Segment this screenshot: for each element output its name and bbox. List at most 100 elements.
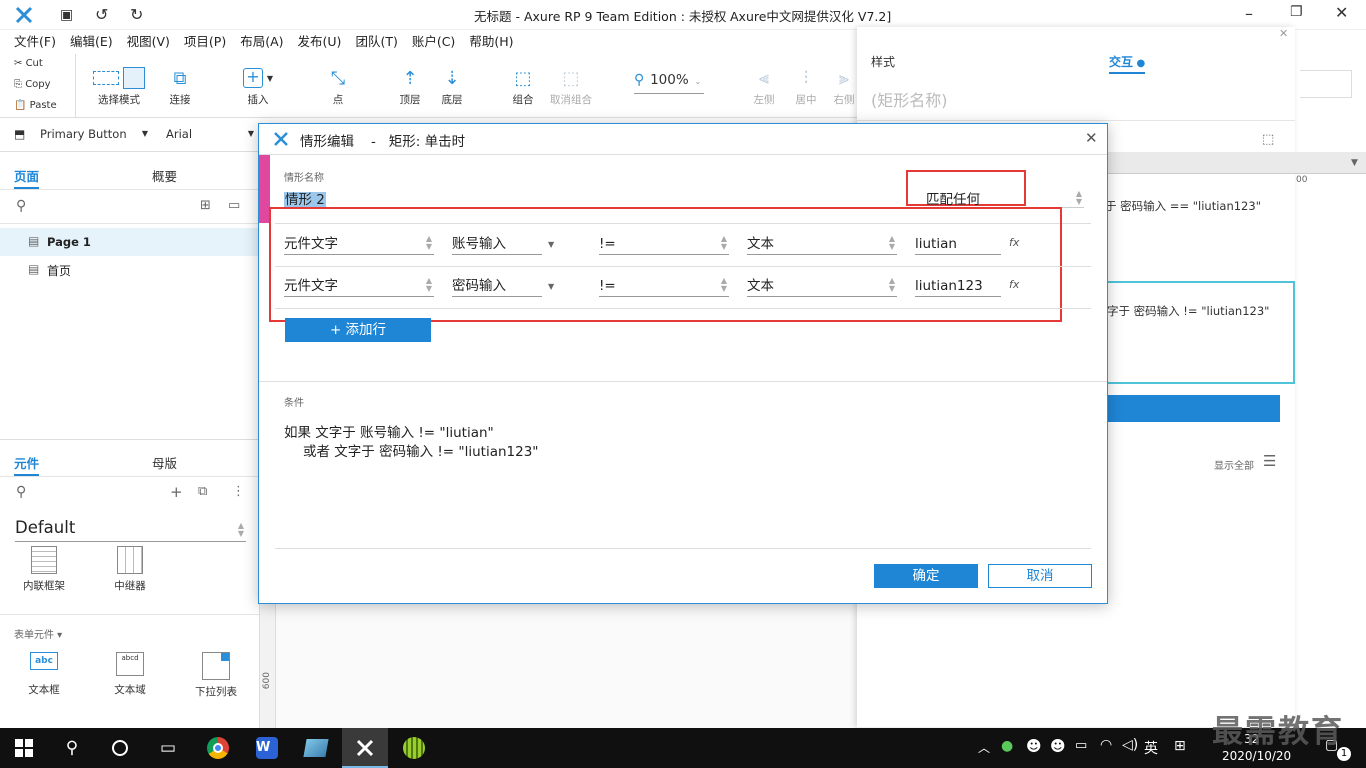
dialog-close-icon[interactable]: ✕ — [1085, 129, 1098, 147]
tab-style[interactable]: 样式 — [871, 53, 895, 70]
windows-start-icon[interactable] — [12, 736, 36, 760]
save-icon[interactable]: ▣ — [60, 7, 76, 23]
battery-icon[interactable]: ▭ — [1075, 738, 1087, 753]
ungroup-button[interactable]: ⬚ 取消组合 — [547, 64, 595, 107]
insert-button[interactable]: + ▼ 插入 — [238, 64, 278, 107]
wps-icon[interactable]: W — [255, 736, 279, 760]
ok-button[interactable]: 确定 — [874, 564, 978, 588]
close-window-icon[interactable]: ✕ — [1335, 3, 1348, 22]
far-right-search-field[interactable] — [1300, 70, 1352, 98]
add-page-icon[interactable]: ⊞ — [200, 198, 211, 213]
row2-widget-chevron-icon[interactable]: ▼ — [548, 282, 554, 291]
forms-section-header[interactable]: 表单元件 ▾ — [14, 626, 62, 641]
tab-outline[interactable]: 概要 — [152, 166, 177, 185]
row2-type-select[interactable]: 文本 ▲ ▼ — [747, 275, 897, 297]
row2-target-select[interactable]: 元件文字 ▲ ▼ — [284, 275, 434, 297]
menu-publish[interactable]: 发布(U) — [291, 30, 349, 54]
restore-icon[interactable]: ❐ — [1290, 4, 1303, 20]
show-all-link[interactable]: 显示全部 — [1214, 457, 1254, 472]
row1-widget-chevron-icon[interactable]: ▼ — [548, 240, 554, 249]
menu-edit[interactable]: 编辑(E) — [63, 30, 120, 54]
axure-taskbar-icon[interactable] — [353, 736, 377, 760]
tab-pages[interactable]: 页面 — [14, 166, 40, 189]
menu-account[interactable]: 账户(C) — [405, 30, 462, 54]
connect-button[interactable]: ⧉ 连接 — [160, 64, 200, 107]
widget-repeater[interactable]: 中继器 — [100, 546, 160, 593]
widget-text-area[interactable]: abcd 文本域 — [100, 652, 160, 697]
row1-operator-select[interactable]: != ▲ ▼ — [599, 233, 729, 255]
send-bottom-button[interactable]: ⇣ 底层 — [432, 64, 472, 107]
zoom-control[interactable]: ⚲ 100% ⌄ — [634, 72, 704, 94]
widgets-search-icon[interactable]: ⚲ — [16, 484, 26, 500]
tab-masters[interactable]: 母版 — [152, 453, 177, 472]
row1-widget-select[interactable]: 账号输入 — [452, 233, 542, 255]
task-view-icon[interactable]: ▭ — [156, 736, 180, 760]
widget-dropdown[interactable]: 下拉列表 — [186, 652, 246, 699]
style-select[interactable]: Primary Button ▼ — [40, 127, 150, 141]
panel-close-icon[interactable]: ✕ — [1279, 27, 1288, 40]
tray-expand-icon[interactable]: ︿ — [978, 739, 990, 756]
notes-app-icon[interactable] — [303, 736, 329, 760]
match-select[interactable]: 匹配任何 ▲ ▼ — [926, 188, 1084, 208]
add-row-button[interactable]: + 添加行 — [285, 318, 431, 342]
taskbar-date[interactable]: 2020/10/20 — [1222, 749, 1291, 763]
page-item-selected[interactable]: ▤ Page 1 — [0, 228, 259, 256]
add-folder-icon[interactable]: ▭ — [228, 198, 240, 213]
tab-interact[interactable]: 交互 ● — [1109, 53, 1146, 74]
menu-layout[interactable]: 布局(A) — [233, 30, 290, 54]
wechat-icon[interactable]: ● — [1001, 738, 1013, 754]
volume-icon[interactable]: ◁) — [1122, 737, 1138, 753]
qq-icon[interactable]: ☻ — [1050, 737, 1066, 755]
cancel-button[interactable]: 取消 — [988, 564, 1092, 588]
cortana-icon[interactable] — [108, 736, 132, 760]
add-library-icon[interactable]: + — [170, 483, 183, 501]
more-options-icon[interactable]: ⋮ — [232, 484, 245, 499]
menu-view[interactable]: 视图(V) — [120, 30, 177, 54]
shape-name-input[interactable]: (矩形名称) — [871, 87, 948, 111]
list-icon[interactable]: ☰ — [1263, 452, 1276, 470]
case-name-input[interactable]: 情形 2 — [284, 188, 864, 208]
bring-top-button[interactable]: ⇡ 顶层 — [390, 64, 430, 107]
align-left-button[interactable]: ⫷ 左侧 — [744, 64, 784, 107]
open-in-window-icon[interactable]: ⬚ — [1262, 132, 1274, 147]
align-right-button[interactable]: ⫸ 右侧 — [828, 64, 860, 107]
green-app-icon[interactable] — [402, 736, 426, 760]
library-select[interactable]: Default ▲ ▼ — [15, 518, 246, 542]
paste-button[interactable]: 📋 Paste — [14, 100, 57, 111]
case-card[interactable] — [1100, 281, 1295, 384]
point-button[interactable]: ⤡ 点 — [318, 64, 358, 107]
copy-button[interactable]: ⎘ Copy — [14, 79, 51, 90]
ime-grid-icon[interactable]: ⊞ — [1174, 738, 1186, 754]
new-interaction-button[interactable] — [1108, 395, 1280, 422]
cut-button[interactable]: ✂ Cut — [14, 58, 43, 69]
row2-operator-select[interactable]: != ▲ ▼ — [599, 275, 729, 297]
library-options-icon[interactable]: ⧉ — [198, 484, 207, 499]
row2-fx-icon[interactable]: fx — [1009, 278, 1019, 291]
menu-team[interactable]: 团队(T) — [348, 30, 404, 54]
align-center-button[interactable]: ⫶ 居中 — [786, 64, 826, 107]
chrome-icon[interactable] — [206, 736, 230, 760]
widget-text-field[interactable]: abc 文本框 — [14, 652, 74, 697]
wifi-icon[interactable]: ◠ — [1100, 737, 1112, 753]
qq-icon[interactable]: ☻ — [1026, 737, 1042, 755]
group-button[interactable]: ⬚ 组合 — [503, 64, 543, 107]
ruler-dropdown-icon[interactable]: ▼ — [1351, 158, 1358, 168]
minimize-icon[interactable]: – — [1245, 4, 1253, 23]
row1-value-input[interactable]: liutian — [915, 233, 1001, 255]
menu-help[interactable]: 帮助(H) — [462, 30, 520, 54]
undo-icon[interactable]: ↺ — [95, 5, 108, 24]
tab-widgets[interactable]: 元件 — [14, 453, 40, 476]
search-icon[interactable]: ⚲ — [60, 736, 84, 760]
row2-widget-select[interactable]: 密码输入 — [452, 275, 542, 297]
pages-search-icon[interactable]: ⚲ — [16, 198, 26, 214]
menu-project[interactable]: 项目(P) — [177, 30, 233, 54]
redo-icon[interactable]: ↻ — [130, 5, 143, 24]
page-item[interactable]: ▤ 首页 — [0, 256, 259, 284]
font-select[interactable]: Arial ▼ — [166, 127, 256, 141]
row1-type-select[interactable]: 文本 ▲ ▼ — [747, 233, 897, 255]
ime-language[interactable]: 英 — [1144, 738, 1158, 758]
menu-file[interactable]: 文件(F) — [7, 30, 63, 54]
row2-value-input[interactable]: liutian123 — [915, 275, 1001, 297]
select-mode-button[interactable]: 选择模式 — [86, 64, 152, 107]
row1-fx-icon[interactable]: fx — [1009, 236, 1019, 249]
